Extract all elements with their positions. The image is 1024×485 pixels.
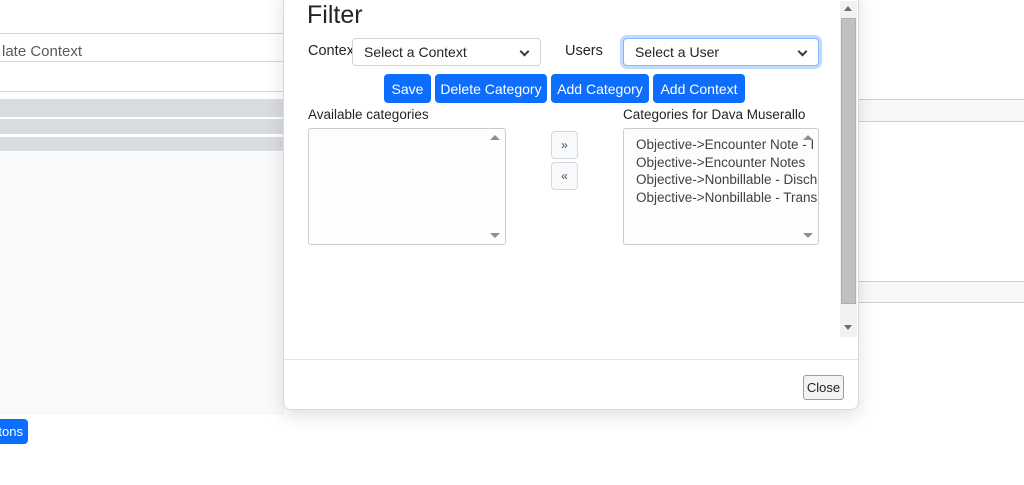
scroll-up-icon — [844, 6, 852, 11]
context-select-value: Select a Context — [364, 44, 467, 60]
delete-category-button[interactable]: Delete Category — [435, 74, 547, 103]
background-right-row — [859, 99, 1024, 122]
filter-modal: Filter Context Select a Context Users Se… — [283, 0, 859, 410]
scrollbar-thumb[interactable] — [841, 18, 856, 304]
list-option[interactable]: Objective->Nonbillable - Trans — [624, 189, 818, 207]
users-select[interactable]: Select a User — [623, 38, 819, 66]
context-select[interactable]: Select a Context — [352, 38, 541, 66]
scrollbar-down-button[interactable] — [840, 319, 857, 335]
chevron-down-icon — [797, 46, 808, 57]
move-left-button[interactable]: « — [551, 162, 578, 190]
add-category-button[interactable]: Add Category — [551, 74, 649, 103]
background-table-row — [0, 99, 284, 117]
scroll-up-icon[interactable] — [490, 135, 500, 140]
list-option[interactable]: Objective->Encounter Notes — [624, 154, 818, 172]
background-table-row — [0, 119, 284, 134]
list-option[interactable]: Objective->Nonbillable - Disch — [624, 171, 818, 189]
scroll-up-icon[interactable] — [803, 135, 813, 140]
page: late Context tons Filter Context Select … — [0, 0, 1024, 485]
modal-scrollbar[interactable] — [840, 1, 857, 337]
move-right-button[interactable]: » — [551, 131, 578, 159]
background-panel — [0, 152, 284, 415]
modal-footer: Close — [284, 359, 858, 409]
modal-title: Filter — [307, 1, 363, 29]
save-button[interactable]: Save — [384, 74, 431, 103]
background-partial-button[interactable]: tons — [0, 419, 28, 444]
background-table-row — [0, 137, 284, 151]
background-right-row — [859, 281, 1024, 303]
users-select-value: Select a User — [635, 44, 720, 60]
add-context-button[interactable]: Add Context — [653, 74, 745, 103]
users-label: Users — [565, 43, 603, 59]
assigned-categories-listbox[interactable]: Objective->Encounter Note - I Objective->… — [623, 128, 819, 245]
close-button[interactable]: Close — [803, 375, 844, 400]
background-partial-text: late Context — [2, 43, 83, 60]
scroll-down-icon — [844, 325, 852, 330]
background-white-row — [0, 62, 284, 92]
scrollbar-up-button[interactable] — [840, 1, 857, 16]
list-option[interactable]: Objective->Encounter Note - I — [624, 136, 818, 154]
available-categories-listbox[interactable] — [308, 128, 506, 245]
assigned-categories-label: Categories for Dava Muserallo — [623, 107, 806, 122]
scroll-down-icon[interactable] — [490, 233, 500, 238]
available-categories-label: Available categories — [308, 107, 429, 122]
context-label: Context — [308, 43, 358, 59]
chevron-down-icon — [519, 46, 530, 57]
scroll-down-icon[interactable] — [803, 233, 813, 238]
